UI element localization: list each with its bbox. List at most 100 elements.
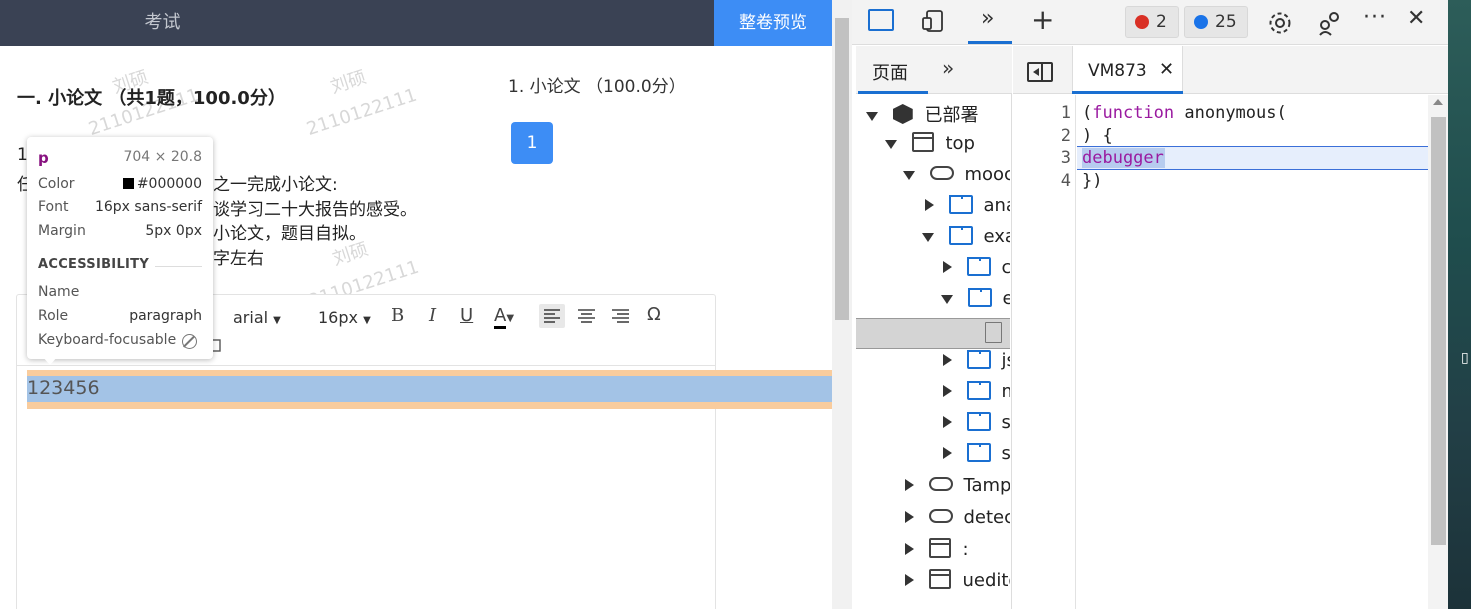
question-ref: 1. 小论文 （100.0分） (508, 77, 686, 97)
frame-icon (928, 538, 951, 558)
color-swatch (122, 178, 134, 189)
toggle-navigator-icon[interactable] (1027, 62, 1053, 82)
expand-arrow-icon (941, 295, 953, 304)
tooltip-row-font: Font 16px sans-serif (38, 199, 202, 215)
tree-item[interactable]: sp (943, 412, 1010, 443)
tree-item[interactable]: 已部署 (866, 101, 1010, 132)
tree-item[interactable]: mooc (903, 164, 1010, 195)
font-family-select[interactable]: arial ▼ (233, 308, 281, 327)
inspect-tooltip: p 704 × 20.8 Color #000000 Font 16px san… (27, 137, 213, 359)
expand-arrow-icon (866, 112, 878, 121)
code-line[interactable]: }) (1082, 171, 1102, 191)
tooltip-divider (155, 266, 202, 267)
top-bar: 考试 整卷预览 (0, 0, 832, 46)
more-nav-tabs-icon[interactable]: » (942, 56, 954, 80)
desktop-background (1448, 0, 1471, 609)
tooltip-accessibility-title: ACCESSIBILITY (38, 257, 150, 272)
folder-icon (966, 443, 991, 462)
font-color-icon[interactable]: A▼ (494, 305, 514, 329)
tree-item[interactable]: cs (943, 257, 1010, 288)
section-heading: 一. 小论文 （共1题，100.0分） (17, 88, 286, 109)
add-tab-icon[interactable]: + (1031, 3, 1054, 36)
scroll-up-icon[interactable] (1433, 99, 1443, 105)
tooltip-tag: p (38, 149, 49, 167)
expand-arrow-icon (885, 140, 897, 149)
cloud-icon (928, 509, 953, 523)
line-number[interactable]: 1 (1013, 103, 1071, 123)
collapse-arrow-icon (943, 447, 952, 459)
tree-item[interactable]: ana (925, 195, 1010, 226)
collapse-arrow-icon (905, 511, 914, 523)
expand-arrow-icon (922, 233, 934, 242)
bold-icon[interactable]: B (391, 305, 404, 326)
watermark: 2110122111 (304, 84, 420, 140)
code-line[interactable]: (function anonymous( (1082, 103, 1287, 123)
desktop-icon: ▯ (1461, 350, 1469, 366)
page-scrollbar-thumb[interactable] (835, 18, 849, 320)
code-line[interactable]: debugger (1082, 148, 1164, 168)
device-emulation-icon[interactable] (921, 9, 945, 33)
file-icon (985, 322, 1002, 343)
line-number[interactable]: 3 (1013, 148, 1071, 168)
inspect-element-icon[interactable] (868, 9, 894, 31)
collapse-arrow-icon (905, 479, 914, 491)
tree-item[interactable]: sp (943, 443, 1010, 474)
tree-item[interactable]: ex (941, 288, 1010, 319)
feedback-icon[interactable] (1317, 9, 1345, 41)
topbar-title: 考试 (144, 12, 181, 33)
question-text: 小论文，题目自拟。 (213, 224, 366, 244)
question-number-button[interactable]: 1 (511, 122, 553, 164)
tree-item[interactable]: uedito (905, 569, 1010, 600)
tooltip-row-name: Name (38, 284, 80, 300)
tree-item[interactable]: m (943, 381, 1010, 412)
toolbar-divider (16, 365, 716, 366)
tab-label[interactable]: VM873 (1088, 61, 1147, 81)
close-devtools-icon[interactable]: ✕ (1407, 6, 1425, 31)
frame-icon (911, 132, 934, 152)
tab-page[interactable]: 页面 (872, 59, 908, 85)
collapse-arrow-icon (943, 385, 952, 397)
align-right-icon[interactable] (609, 304, 633, 332)
message-count-badge[interactable]: 25 (1184, 6, 1248, 38)
frame-icon (928, 569, 951, 589)
collapse-arrow-icon (905, 543, 914, 555)
italic-icon[interactable]: I (429, 305, 436, 326)
tree-item[interactable]: top (885, 132, 1010, 163)
exam-page: 考试 整卷预览 刘硕 2110122111 刘硕 2110122111 刘硕 2… (0, 0, 852, 609)
active-tab-underline (968, 41, 1012, 44)
font-size-select[interactable]: 16px ▼ (318, 308, 371, 327)
question-text: 谈学习二十大报告的感受。 (213, 200, 417, 220)
tree-item-selected[interactable] (985, 322, 1010, 353)
underline-icon[interactable]: U (460, 305, 473, 326)
folder-icon (948, 195, 973, 214)
tooltip-arrow (42, 356, 58, 365)
folder-icon (967, 288, 992, 307)
tooltip-row-keyboard: Keyboard-focusable (38, 332, 177, 348)
preview-button[interactable]: 整卷预览 (714, 0, 832, 46)
error-count-badge[interactable]: 2 (1125, 6, 1179, 38)
line-number[interactable]: 2 (1013, 126, 1071, 146)
active-tab-underline (858, 91, 928, 94)
tree-item[interactable]: exar (922, 226, 1010, 257)
more-tabs-icon[interactable]: » (981, 6, 994, 31)
editor-paragraph[interactable]: 123456 (27, 377, 100, 399)
tooltip-size: 704 × 20.8 (123, 149, 202, 165)
settings-gear-icon[interactable] (1266, 9, 1294, 41)
more-menu-icon[interactable]: ··· (1363, 5, 1387, 30)
special-char-icon[interactable]: Ω (647, 304, 661, 325)
line-number[interactable]: 4 (1013, 171, 1071, 191)
tree-item[interactable]: Tampe (905, 475, 1010, 506)
code-line[interactable]: ) { (1082, 126, 1113, 146)
align-center-icon[interactable] (575, 304, 599, 332)
tree-item[interactable]: : (905, 538, 1010, 569)
collapse-arrow-icon (905, 574, 914, 586)
folder-icon (966, 412, 991, 431)
tree-item[interactable]: detect (905, 507, 1010, 538)
tooltip-row-role: Role paragraph (38, 308, 202, 324)
align-left-icon[interactable] (539, 304, 565, 328)
tooltip-row-color: Color #000000 (38, 176, 202, 192)
tree-item[interactable]: js (943, 350, 1010, 381)
editor-scrollbar-thumb[interactable] (1431, 117, 1446, 545)
element-content-highlight (27, 376, 852, 402)
close-tab-icon[interactable]: ✕ (1159, 59, 1174, 80)
